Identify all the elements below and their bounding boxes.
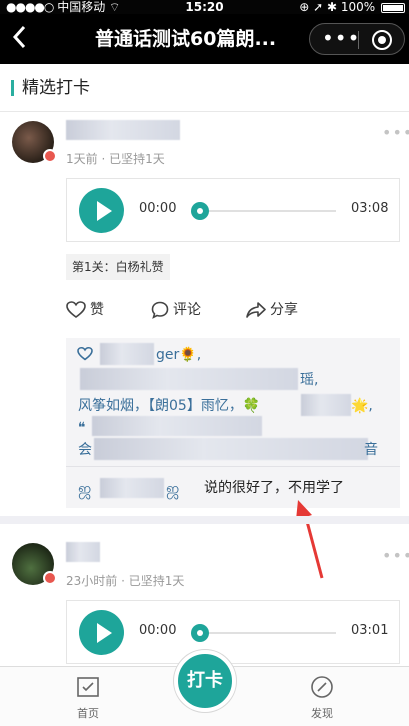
ornament-left-icon: ஜ <box>78 479 92 498</box>
liker-list-blur4 <box>92 416 262 436</box>
comment-text: 说的很好了，不用学了 <box>204 480 344 496</box>
audio-player: 00:00 03:01 <box>66 600 400 664</box>
liker-name-blurred[interactable] <box>100 343 154 365</box>
lock-rotation-icon: ⊕ <box>299 0 310 14</box>
post-separator <box>0 516 409 524</box>
comment-icon <box>151 301 169 319</box>
more-icon[interactable]: ••• <box>322 26 360 50</box>
liker-list-line5-end: 音 <box>364 442 378 458</box>
progress-thumb[interactable] <box>191 624 209 642</box>
play-icon[interactable] <box>79 610 124 655</box>
compass-icon <box>311 676 333 698</box>
liker-list-blur5 <box>94 438 368 460</box>
section-accent-bar <box>11 80 14 96</box>
comment-panel: ger🌻, 瑶, 风筝如烟，【朗05】雨忆，🍀 🌟, ❝ 会 音 ஜ ஜ 说的很… <box>66 338 400 508</box>
comment-button[interactable]: 评论 <box>151 298 201 322</box>
liker-list-blur3 <box>301 394 351 416</box>
liker-list-line4: ❝ <box>78 420 86 436</box>
play-icon[interactable] <box>79 188 124 233</box>
share-icon <box>246 302 266 318</box>
status-right: ⊕ ➚ ✱ 100% <box>299 0 405 14</box>
close-target-icon[interactable] <box>372 30 392 50</box>
nav-bar: 普通话测试60篇朗... ••• <box>0 14 409 64</box>
status-bar: ●●●●○ 中国移动 ⌔ 15:20 ⊕ ➚ ✱ 100% <box>0 0 409 14</box>
back-icon[interactable] <box>10 24 40 54</box>
like-button[interactable]: 赞 <box>66 298 104 322</box>
page-title: 普通话测试60篇朗... <box>95 28 277 50</box>
tab-discover[interactable]: 发现 <box>292 675 352 721</box>
bluetooth-icon: ✱ <box>326 0 338 14</box>
post-meta: 1天前 · 已坚持1天 <box>66 152 165 166</box>
post-meta: 23小时前 · 已坚持1天 <box>66 574 185 588</box>
progress-track[interactable] <box>201 632 336 634</box>
username-blurred[interactable] <box>66 542 100 562</box>
comment-divider <box>66 466 400 467</box>
total-time: 03:08 <box>351 201 389 216</box>
avatar-badge-icon <box>43 149 57 163</box>
commenter-name-blurred[interactable] <box>100 478 164 498</box>
miniprogram-capsule: ••• <box>309 23 405 55</box>
liker-list-blurred <box>80 368 298 390</box>
checkin-button[interactable]: 打卡 <box>174 650 236 712</box>
liker-list-line3-end: 🌟, <box>351 398 373 414</box>
battery-icon <box>381 2 405 13</box>
tab-home-label: 首页 <box>77 707 99 720</box>
avatar-badge-icon <box>43 571 57 585</box>
liker-list-suffix: 瑶, <box>300 372 319 388</box>
share-label: 分享 <box>270 302 298 318</box>
battery-percent: 100% <box>340 0 376 14</box>
like-label: 赞 <box>90 302 104 318</box>
home-icon <box>77 677 99 697</box>
ornament-right-icon: ஜ <box>166 479 180 498</box>
liker-name-suffix: ger🌻, <box>156 347 202 363</box>
capsule-divider <box>358 31 359 49</box>
comment-label: 评论 <box>173 302 201 318</box>
current-time: 00:00 <box>139 623 177 638</box>
post-more-icon[interactable]: ••• <box>382 125 409 141</box>
progress-track[interactable] <box>201 210 336 212</box>
lesson-tag[interactable]: 第1关：白杨礼赞 <box>66 254 170 280</box>
heart-icon <box>66 301 86 318</box>
liker-list-line5: 会 <box>78 442 92 458</box>
location-icon: ➚ <box>313 0 324 14</box>
section-title: 精选打卡 <box>22 78 90 98</box>
total-time: 03:01 <box>351 623 389 638</box>
section-header: 精选打卡 <box>0 64 409 112</box>
liked-by-heart-icon <box>77 347 93 361</box>
current-time: 00:00 <box>139 201 177 216</box>
audio-player: 00:00 03:08 <box>66 178 400 242</box>
liker-list-line3: 风筝如烟，【朗05】雨忆，🍀 <box>78 398 261 414</box>
username-blurred[interactable] <box>66 120 180 140</box>
progress-thumb[interactable] <box>191 202 209 220</box>
share-button[interactable]: 分享 <box>246 298 298 322</box>
post-more-icon[interactable]: ••• <box>382 548 409 564</box>
tab-discover-label: 发现 <box>311 707 333 720</box>
tab-home[interactable]: 首页 <box>58 675 118 721</box>
